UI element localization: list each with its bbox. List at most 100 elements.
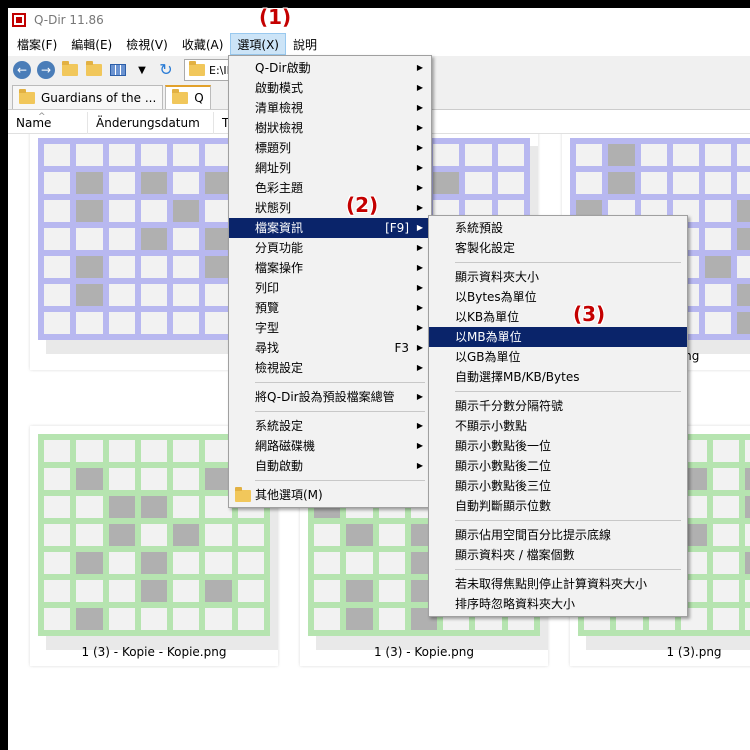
options-item-label: 色彩主題 <box>255 181 304 195</box>
file-info-item[interactable]: 以KB為單位 <box>429 307 687 327</box>
menu-help[interactable]: 說明 <box>286 33 324 55</box>
options-item[interactable]: 自動啟動 ▶ <box>229 456 431 476</box>
options-item-label: 將Q-Dir設為預設檔案總管 <box>255 390 395 404</box>
file-info-item-label: 以MB為單位 <box>455 330 522 344</box>
view-mode-dropdown[interactable]: ▼ <box>132 60 152 80</box>
menu-options[interactable]: 選項(X) <box>230 33 286 55</box>
options-item[interactable]: 系統設定 ▶ <box>229 416 431 436</box>
column-modified[interactable]: Änderungsdatum <box>88 111 214 134</box>
file-info-item[interactable]: 系統預設 <box>429 218 687 238</box>
thumbnail-cell <box>205 608 232 630</box>
file-info-item[interactable]: 不顯示小數點 <box>429 416 687 436</box>
thumbnail-cell <box>76 172 103 194</box>
options-item[interactable]: 檔案資訊 [F9] ▶ <box>229 218 431 238</box>
file-name-label: 1 (3).png <box>666 645 722 659</box>
submenu-arrow-icon: ▶ <box>416 243 423 252</box>
options-item[interactable]: 樹狀檢視 ▶ <box>229 118 431 138</box>
options-item[interactable]: 狀態列 ▶ <box>229 198 431 218</box>
file-info-item[interactable]: 顯示資料夾大小 <box>429 267 687 287</box>
file-info-item[interactable]: 顯示資料夾 / 檔案個數 <box>429 545 687 565</box>
tab-label: Guardians of the ... <box>41 90 157 105</box>
file-info-item[interactable]: 自動選擇MB/KB/Bytes <box>429 367 687 387</box>
options-item[interactable]: 網路磁碟機 ▶ <box>229 436 431 456</box>
file-info-item[interactable]: 自動判斷顯示位數 <box>429 496 687 516</box>
file-info-item[interactable]: 以Bytes為單位 <box>429 287 687 307</box>
thumbnail-cell <box>745 496 750 518</box>
options-item-label: 其他選項(M) <box>255 488 323 502</box>
thumbnail-cell <box>108 524 135 546</box>
shortcut-label: [F9] <box>385 221 409 235</box>
up-folder-button[interactable] <box>60 60 80 80</box>
back-arrow-icon: ← <box>13 61 31 79</box>
forward-button[interactable]: → <box>36 60 56 80</box>
menu-view[interactable]: 檢視(V) <box>119 33 175 55</box>
options-item[interactable]: 網址列 ▶ <box>229 158 431 178</box>
submenu-arrow-icon: ▶ <box>416 183 423 192</box>
view-mode-button[interactable] <box>108 60 128 80</box>
submenu-arrow-icon: ▶ <box>416 283 423 292</box>
file-info-item-label: 自動選擇MB/KB/Bytes <box>455 370 580 384</box>
options-item[interactable]: 色彩主題 ▶ <box>229 178 431 198</box>
column-name[interactable]: ^ Name <box>8 111 88 134</box>
thumbnail-cell <box>173 144 200 166</box>
options-item[interactable]: 分頁功能 ▶ <box>229 238 431 258</box>
annotation-2: (2) <box>346 193 379 217</box>
thumbnail-cell <box>140 552 168 574</box>
thumbnail-cell <box>745 552 750 574</box>
options-item[interactable]: 檢視設定 ▶ <box>229 358 431 378</box>
back-button[interactable]: ← <box>12 60 32 80</box>
options-item[interactable]: 尋找 F3 ▶ <box>229 338 431 358</box>
folder-icon <box>235 487 251 502</box>
menu-file[interactable]: 檔案(F) <box>10 33 64 55</box>
options-item[interactable]: 檔案操作 ▶ <box>229 258 431 278</box>
thumbnail-cell <box>737 256 750 278</box>
screen-edge-top <box>0 0 750 8</box>
options-item[interactable]: 其他選項(M) <box>229 485 431 505</box>
thumbnail-cell <box>314 580 341 602</box>
thumbnail-cell <box>745 440 750 462</box>
file-info-item[interactable]: 以GB為單位 <box>429 347 687 367</box>
thumbnail-cell <box>705 172 732 194</box>
options-item-label: 狀態列 <box>255 201 292 215</box>
submenu-arrow-icon: ▶ <box>416 323 423 332</box>
options-item[interactable]: 將Q-Dir設為預設檔案總管 ▶ <box>229 387 431 407</box>
thumbnail-cell <box>314 552 341 574</box>
options-item[interactable]: 預覽 ▶ <box>229 298 431 318</box>
file-info-item-label: 系統預設 <box>455 221 504 235</box>
tab-guardians[interactable]: Guardians of the ... <box>12 85 164 109</box>
file-info-item[interactable]: 排序時忽略資料夾大小 <box>429 594 687 614</box>
file-info-item[interactable]: 顯示小數點後一位 <box>429 436 687 456</box>
thumbnail-cell <box>745 468 750 490</box>
thumbnail-cell <box>44 228 71 250</box>
thumbnail-cell <box>705 144 732 166</box>
file-info-item[interactable]: 顯示佔用空間百分比提示底線 <box>429 525 687 545</box>
file-info-item-label: 若未取得焦點則停止計算資料夾大小 <box>455 577 648 591</box>
tab-q[interactable]: Q <box>165 85 211 109</box>
submenu-arrow-icon: ▶ <box>416 123 423 132</box>
file-info-item[interactable]: 顯示小數點後二位 <box>429 456 687 476</box>
file-info-item[interactable]: 顯示千分數分隔符號 <box>429 396 687 416</box>
file-info-item[interactable]: 客製化設定 <box>429 238 687 258</box>
file-info-item[interactable]: 顯示小數點後三位 <box>429 476 687 496</box>
options-item-label: 列印 <box>255 281 280 295</box>
options-item[interactable]: 字型 ▶ <box>229 318 431 338</box>
options-item[interactable]: 標題列 ▶ <box>229 138 431 158</box>
options-item-label: 自動啟動 <box>255 459 304 473</box>
refresh-button[interactable]: ↻ <box>156 60 176 80</box>
address-folder-icon <box>189 61 205 76</box>
options-item[interactable]: 啟動模式 ▶ <box>229 78 431 98</box>
file-info-item[interactable]: 若未取得焦點則停止計算資料夾大小 <box>429 574 687 594</box>
options-item[interactable]: 列印 ▶ <box>229 278 431 298</box>
menu-favorites[interactable]: 收藏(A) <box>175 33 231 55</box>
options-item[interactable]: 清單檢視 ▶ <box>229 98 431 118</box>
thumbnail-cell <box>378 524 405 546</box>
thumbnail-cell <box>237 524 264 546</box>
menu-edit[interactable]: 編輯(E) <box>64 33 119 55</box>
options-dropdown-menu: Q-Dir啟動 ▶ 啟動模式 ▶ 清單檢視 ▶ 樹狀檢視 ▶ 標題列 ▶ 網址列 ▶ 色彩主題 ▶ 狀態列 ▶… <box>228 55 432 508</box>
thumbnail-cell <box>713 440 740 462</box>
options-item[interactable]: Q-Dir啟動 ▶ <box>229 58 431 78</box>
thumbnail-cell <box>737 200 750 222</box>
new-folder-button[interactable] <box>84 60 104 80</box>
file-info-item[interactable]: 以MB為單位 <box>429 327 687 347</box>
file-info-submenu: 系統預設客製化設定顯示資料夾大小 以Bytes為單位 以KB為單位以MB為單位以GB… <box>428 215 688 617</box>
